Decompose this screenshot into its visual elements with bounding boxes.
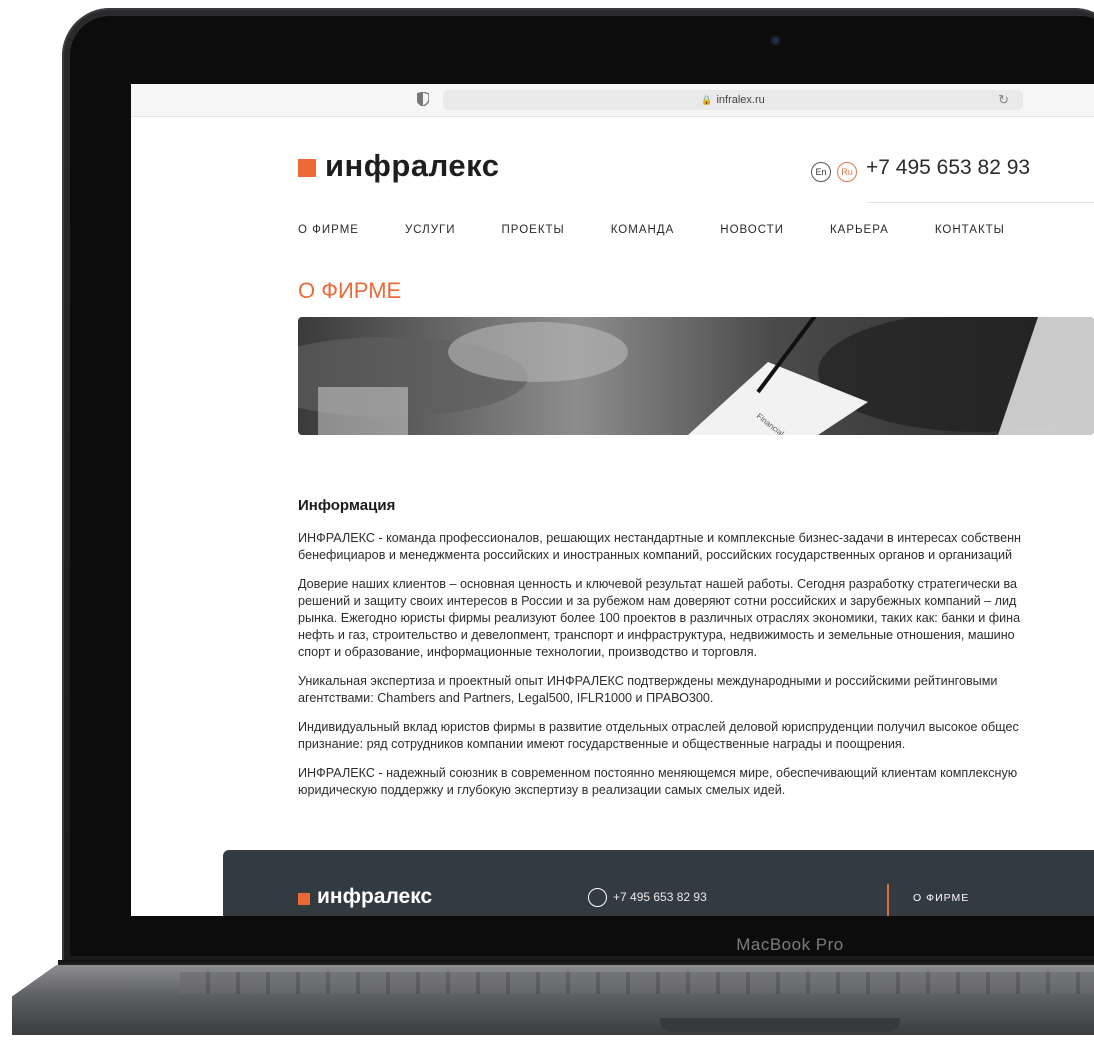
site-logo[interactable]: инфралекс xyxy=(298,148,499,184)
device-label: MacBook Pro xyxy=(736,935,844,954)
footer-logo-text: инфралекс xyxy=(317,885,433,908)
info-body: ИНФРАЛЕКС - команда профессионалов, реша… xyxy=(298,530,1094,811)
phone-icon xyxy=(588,888,607,907)
nav-item-services[interactable]: УСЛУГИ xyxy=(405,224,456,236)
browser-screen: 🔒 infralex.ru ↻ инфралекс En Ru +7 495 65… xyxy=(131,84,1094,916)
nav-item-news[interactable]: НОВОСТИ xyxy=(720,224,784,236)
reload-icon[interactable]: ↻ xyxy=(998,90,1009,110)
page-title: О ФИРМЕ xyxy=(298,278,402,303)
nav-item-contacts[interactable]: КОНТАКТЫ xyxy=(935,224,1005,236)
lock-icon: 🔒 xyxy=(701,95,713,105)
info-paragraph: ИНФРАЛЕКС - надежный союзник в современн… xyxy=(298,766,1018,797)
nav-item-team[interactable]: КОМАНДА xyxy=(611,224,675,236)
nav-item-careers[interactable]: КАРЬЕРА xyxy=(830,224,889,236)
header-divider xyxy=(867,202,1094,203)
main-nav: О ФИРМЕ УСЛУГИ ПРОЕКТЫ КОМАНДА НОВОСТИ К… xyxy=(298,224,1051,236)
footer-divider xyxy=(887,884,889,916)
nav-item-about[interactable]: О ФИРМЕ xyxy=(298,224,359,236)
logo-text: инфралекс xyxy=(325,148,500,183)
header-phone[interactable]: +7 495 653 82 93 xyxy=(866,156,1030,180)
address-bar[interactable]: 🔒 infralex.ru ↻ xyxy=(443,90,1023,110)
footer-phone[interactable]: +7 495 653 82 93 xyxy=(613,890,707,904)
info-paragraph: Доверие наших клиентов – основная ценнос… xyxy=(298,577,1021,659)
lang-ru-button[interactable]: Ru xyxy=(837,162,857,182)
info-paragraph: ИНФРАЛЕКС - команда профессионалов, реша… xyxy=(298,531,1021,562)
footer-logo[interactable]: инфралекс xyxy=(298,885,432,909)
site-footer: инфралекс +7 495 653 82 93 О ФИРМЕ xyxy=(223,850,1094,916)
info-heading: Информация xyxy=(298,497,396,514)
logo-square-icon xyxy=(298,892,310,905)
url-text: infralex.ru xyxy=(716,94,765,106)
keyboard-keys xyxy=(180,972,1094,994)
lang-en-button[interactable]: En xyxy=(811,162,831,182)
lid-opening-notch xyxy=(660,1018,900,1032)
nav-item-projects[interactable]: ПРОЕКТЫ xyxy=(502,224,565,236)
shield-icon[interactable] xyxy=(417,92,429,106)
hero-image: Financial plan xyxy=(298,317,1094,435)
info-paragraph: Индивидуальный вклад юристов фирмы в раз… xyxy=(298,720,1019,751)
logo-square-icon xyxy=(298,159,316,177)
browser-toolbar: 🔒 infralex.ru ↻ xyxy=(131,84,1094,117)
footer-nav-item-about[interactable]: О ФИРМЕ xyxy=(913,892,969,904)
info-paragraph: Уникальная экспертиза и проектный опыт И… xyxy=(298,674,998,705)
camera-icon xyxy=(772,37,779,44)
